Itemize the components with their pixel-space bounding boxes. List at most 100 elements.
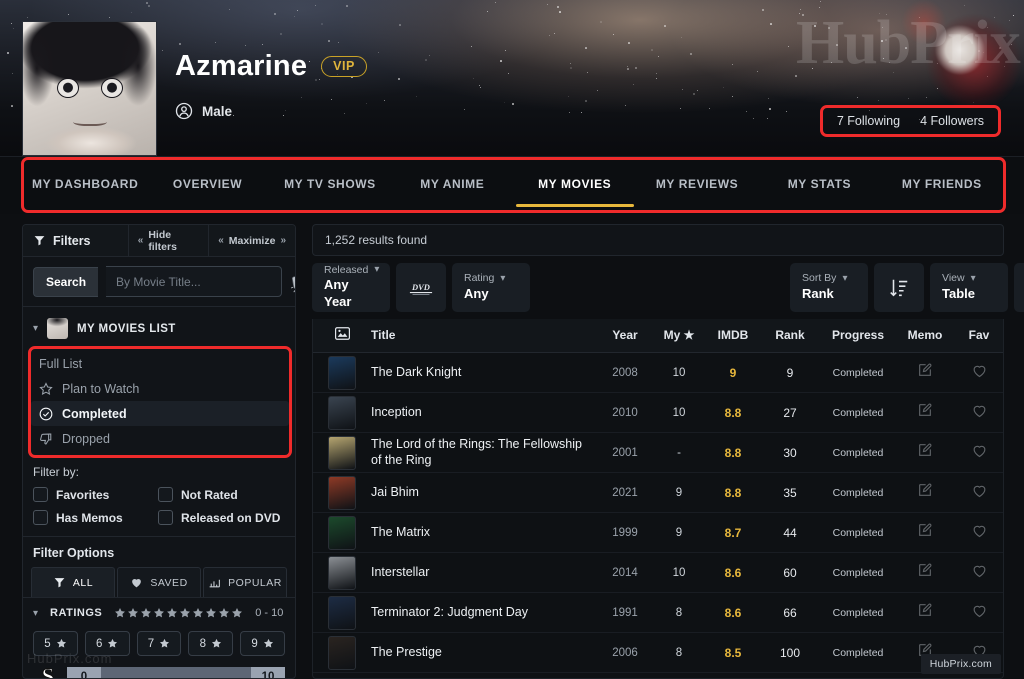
- table-row[interactable]: The Lord of the Rings: The Fellowship of…: [313, 433, 1004, 473]
- sort-direction-button[interactable]: [874, 263, 924, 312]
- cell-my-rating[interactable]: 9: [653, 513, 705, 553]
- memo-edit-icon[interactable]: [917, 482, 933, 498]
- rating-star-icon[interactable]: [140, 607, 152, 619]
- cell-poster[interactable]: [313, 673, 371, 679]
- rating-star-icon[interactable]: [231, 607, 243, 619]
- random-dice-icon[interactable]: [290, 269, 296, 295]
- cell-title[interactable]: Interstellar: [371, 553, 597, 593]
- cell-my-rating[interactable]: 10: [653, 553, 705, 593]
- movie-poster[interactable]: [328, 596, 356, 630]
- checkbox-box[interactable]: [158, 487, 173, 502]
- tab-my-movies[interactable]: MY MOVIES: [514, 163, 636, 207]
- cell-memo[interactable]: [897, 433, 953, 473]
- cell-poster[interactable]: [313, 393, 371, 433]
- movie-poster[interactable]: [328, 516, 356, 550]
- checkbox-has-memos[interactable]: Has Memos: [33, 510, 158, 525]
- col-title[interactable]: Title: [371, 319, 597, 353]
- search-input[interactable]: [106, 266, 282, 297]
- cell-poster[interactable]: [313, 593, 371, 633]
- cell-poster[interactable]: [313, 433, 371, 473]
- tab-overview[interactable]: OVERVIEW: [146, 163, 268, 207]
- cell-title[interactable]: The Dark Knight: [371, 353, 597, 393]
- slider-track[interactable]: [101, 667, 251, 679]
- star-filter-8[interactable]: 8: [188, 631, 233, 656]
- favorite-heart-icon[interactable]: [971, 482, 988, 499]
- cell-my-rating[interactable]: 10: [653, 393, 705, 433]
- list-item-dropped[interactable]: Dropped: [31, 426, 289, 451]
- col-imdb[interactable]: IMDB: [705, 319, 761, 353]
- sort-by-control[interactable]: Sort By ▾ Rank: [790, 263, 868, 312]
- cell-fav[interactable]: [953, 513, 1004, 553]
- memo-edit-icon[interactable]: [917, 562, 933, 578]
- rating-star-icon[interactable]: [153, 607, 165, 619]
- cell-poster[interactable]: [313, 513, 371, 553]
- cell-my-rating[interactable]: 10: [653, 353, 705, 393]
- table-row[interactable]: The Prestige 2006 8 8.5 100 Completed: [313, 633, 1004, 673]
- slider-min-value[interactable]: 0: [67, 667, 101, 679]
- rating-star-icon[interactable]: [205, 607, 217, 619]
- checkbox-favorites[interactable]: Favorites: [33, 487, 158, 502]
- filter-option-tab-all[interactable]: ALL: [31, 567, 115, 597]
- save-filter-button[interactable]: [1014, 263, 1024, 312]
- cell-fav[interactable]: [953, 393, 1004, 433]
- movie-poster[interactable]: [328, 476, 356, 510]
- star-filter-5[interactable]: 5: [33, 631, 78, 656]
- table-row[interactable]: Jai Bhim 2021 9 8.8 35 Completed: [313, 473, 1004, 513]
- followers-count[interactable]: 4 Followers: [920, 114, 984, 128]
- cell-title[interactable]: The Matrix: [371, 513, 597, 553]
- favorite-heart-icon[interactable]: [971, 522, 988, 539]
- list-item-plan-to-watch[interactable]: Plan to Watch: [31, 376, 289, 401]
- tab-my-dashboard[interactable]: MY DASHBOARD: [24, 163, 146, 207]
- cell-my-rating[interactable]: 8: [653, 593, 705, 633]
- rating-filter[interactable]: Rating ▾ Any: [452, 263, 530, 312]
- cell-memo[interactable]: [897, 473, 953, 513]
- cell-progress[interactable]: Completed: [819, 473, 897, 513]
- col-fav[interactable]: Fav: [953, 319, 1004, 353]
- cell-memo[interactable]: [897, 393, 953, 433]
- memo-edit-icon[interactable]: [917, 362, 933, 378]
- cell-fav[interactable]: [953, 473, 1004, 513]
- slider-max-value[interactable]: 10: [251, 667, 285, 679]
- avatar[interactable]: [22, 21, 157, 156]
- cell-fav[interactable]: [953, 353, 1004, 393]
- cell-title[interactable]: Jai Bhim: [371, 473, 597, 513]
- rating-star-icon[interactable]: [192, 607, 204, 619]
- cell-poster[interactable]: [313, 553, 371, 593]
- col-rank[interactable]: Rank: [761, 319, 819, 353]
- rating-star-icon[interactable]: [127, 607, 139, 619]
- cell-title[interactable]: The Lord of the Rings: The Fellowship of…: [371, 433, 597, 473]
- table-row[interactable]: Interstellar 2014 10 8.6 60 Completed: [313, 553, 1004, 593]
- cell-my-rating[interactable]: -: [653, 433, 705, 473]
- checkbox-released-on-dvd[interactable]: Released on DVD: [158, 510, 285, 525]
- favorite-heart-icon[interactable]: [971, 602, 988, 619]
- cell-title[interactable]: The Prestige: [371, 633, 597, 673]
- cell-fav[interactable]: [953, 593, 1004, 633]
- cell-title[interactable]: Inception: [371, 393, 597, 433]
- movie-poster[interactable]: [328, 436, 356, 470]
- cell-memo[interactable]: [897, 553, 953, 593]
- memo-edit-icon[interactable]: [917, 402, 933, 418]
- my-movies-list-header[interactable]: ▾ MY MOVIES LIST: [23, 307, 295, 347]
- col-memo[interactable]: Memo: [897, 319, 953, 353]
- cell-memo[interactable]: [897, 353, 953, 393]
- cell-my-rating[interactable]: 8: [653, 633, 705, 673]
- ratings-chevron-down-icon[interactable]: ▾: [33, 608, 38, 619]
- movie-poster[interactable]: [328, 356, 356, 390]
- cell-my-rating[interactable]: 9: [653, 473, 705, 513]
- released-filter[interactable]: Released ▾ Any Year: [312, 263, 390, 312]
- table-row-partial[interactable]: [313, 673, 1004, 679]
- cell-fav[interactable]: [953, 433, 1004, 473]
- cell-progress[interactable]: Completed: [819, 553, 897, 593]
- rating-star-icon[interactable]: [218, 607, 230, 619]
- checkbox-box[interactable]: [158, 510, 173, 525]
- col-my-rating[interactable]: My ★: [653, 319, 705, 353]
- maximize-button[interactable]: « Maximize »: [208, 225, 295, 256]
- list-item-completed[interactable]: Completed: [31, 401, 289, 426]
- memo-edit-icon[interactable]: [917, 442, 933, 458]
- star-filter-9[interactable]: 9: [240, 631, 285, 656]
- cell-progress[interactable]: Completed: [819, 593, 897, 633]
- tab-my-reviews[interactable]: MY REVIEWS: [636, 163, 758, 207]
- cell-memo[interactable]: [897, 593, 953, 633]
- col-progress[interactable]: Progress: [819, 319, 897, 353]
- favorite-heart-icon[interactable]: [971, 442, 988, 459]
